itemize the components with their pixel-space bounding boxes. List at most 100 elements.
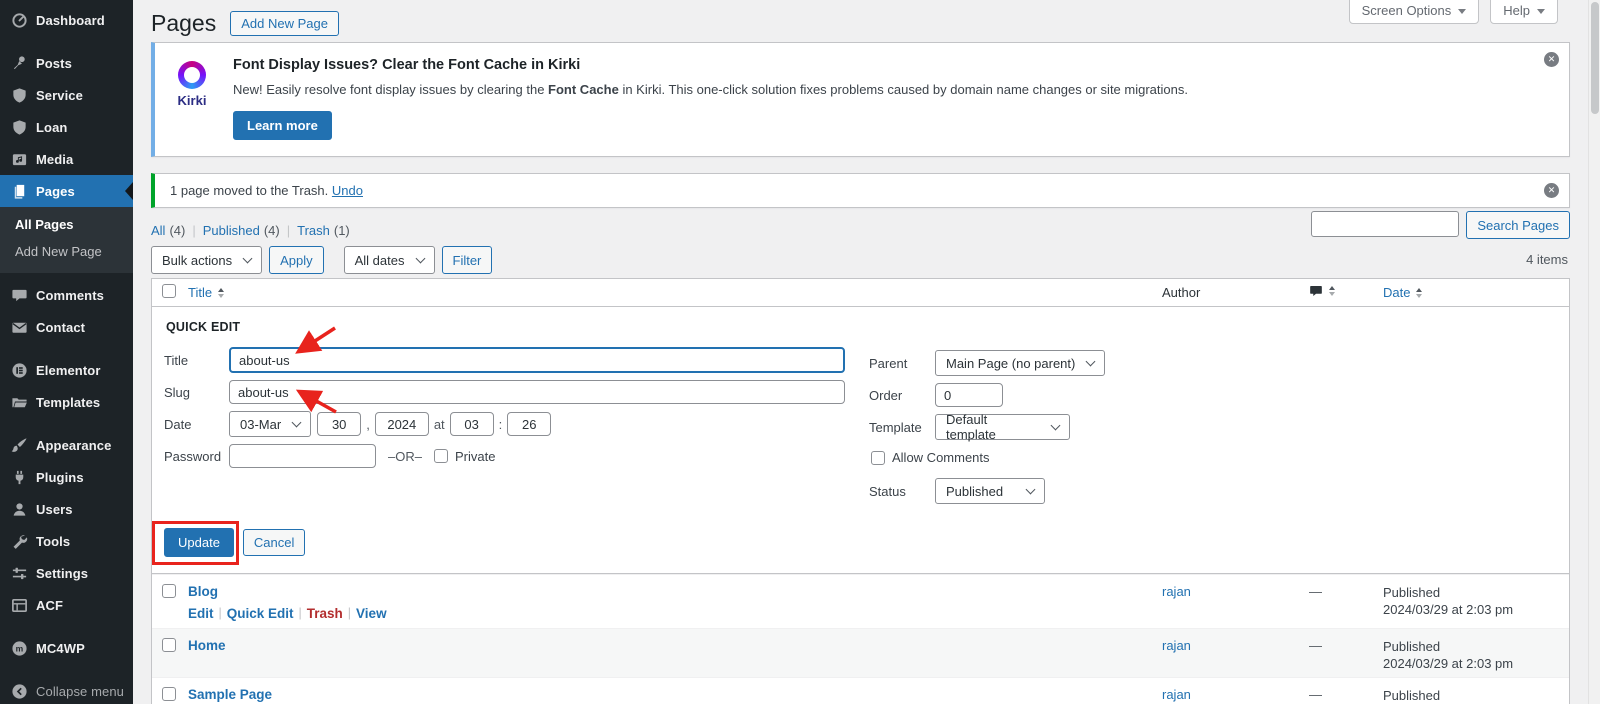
sidebar-item-collapse-menu[interactable]: Collapse menu [0, 675, 133, 704]
view-link[interactable]: View [356, 606, 387, 621]
bulk-actions-value: Bulk actions [162, 253, 232, 268]
sidebar-subitem-add-new-page[interactable]: Add New Page [0, 238, 133, 265]
update-button[interactable]: Update [164, 528, 234, 557]
date-filter-value: All dates [355, 253, 405, 268]
page-title-link[interactable]: Home [188, 638, 226, 653]
row-checkbox[interactable] [162, 584, 176, 598]
view-filter-trash: Trash(1) [297, 223, 350, 238]
sidebar-item-media[interactable]: Media [0, 143, 133, 175]
sidebar-item-posts[interactable]: Posts [0, 47, 133, 79]
learn-more-button[interactable]: Learn more [233, 111, 332, 140]
sidebar-item-label: Contact [36, 320, 85, 335]
search-input[interactable] [1311, 211, 1459, 237]
view-trash-link[interactable]: Trash [297, 223, 330, 238]
help-button[interactable]: Help [1490, 0, 1558, 24]
sort-arrows-icon [218, 288, 224, 298]
sort-by-title-link[interactable]: Title [188, 285, 224, 300]
elementor-icon [10, 361, 28, 379]
sidebar-spacer [0, 664, 133, 675]
quick-edit-panel: QUICK EDIT Title Slug Date 03-Mar [152, 307, 1569, 574]
filter-button[interactable]: Filter [442, 246, 493, 274]
scrollbar-thumb[interactable] [1591, 2, 1599, 114]
row-checkbox[interactable] [162, 687, 176, 701]
search-pages-button[interactable]: Search Pages [1466, 211, 1570, 239]
slug-field[interactable] [229, 380, 845, 404]
sidebar-item-settings[interactable]: Settings [0, 557, 133, 589]
sidebar-item-comments[interactable]: Comments [0, 279, 133, 311]
vertical-scrollbar[interactable] [1588, 0, 1600, 704]
year-field[interactable] [375, 412, 429, 436]
sidebar-item-label: Elementor [36, 363, 100, 378]
add-new-page-button[interactable]: Add New Page [230, 11, 339, 36]
row-comments-cell: — [1309, 629, 1383, 677]
row-checkbox[interactable] [162, 638, 176, 652]
sidebar-item-pages[interactable]: Pages [0, 175, 133, 207]
view-all-link[interactable]: All [151, 223, 165, 238]
chevron-down-icon [1051, 421, 1061, 431]
kirki-logo: Kirki [169, 55, 215, 140]
sidebar-item-users[interactable]: Users [0, 493, 133, 525]
author-link[interactable]: rajan [1162, 584, 1191, 599]
sidebar-subitem-all-pages[interactable]: All Pages [0, 211, 133, 238]
sidebar-item-dashboard[interactable]: Dashboard [0, 4, 133, 36]
month-select[interactable]: 03-Mar [229, 411, 311, 437]
sidebar-item-appearance[interactable]: Appearance [0, 429, 133, 461]
screen-options-button[interactable]: Screen Options [1349, 0, 1480, 24]
allow-comments-checkbox[interactable] [871, 451, 885, 465]
author-link[interactable]: rajan [1162, 687, 1191, 702]
row-status: Published [1383, 638, 1569, 655]
undo-link[interactable]: Undo [332, 183, 363, 198]
trash-link[interactable]: Trash [307, 606, 343, 621]
edit-link[interactable]: Edit [188, 606, 214, 621]
hour-field[interactable] [450, 412, 494, 436]
template-select[interactable]: Default template [935, 414, 1070, 440]
view-published-link[interactable]: Published [203, 223, 260, 238]
sort-arrows-icon [1329, 286, 1335, 296]
title-field[interactable] [229, 347, 845, 373]
view-filter-links: All(4) Published(4) Trash(1) [151, 223, 350, 238]
sort-arrows-icon [1416, 288, 1422, 298]
status-select[interactable]: Published [935, 478, 1045, 504]
date-colon: : [499, 417, 503, 432]
sidebar-item-mc4wp[interactable]: m MC4WP [0, 632, 133, 664]
parent-select[interactable]: Main Page (no parent) [935, 350, 1105, 376]
sort-by-comments-link[interactable] [1309, 284, 1335, 298]
cancel-button[interactable]: Cancel [243, 529, 305, 556]
view-filter-all: All(4) [151, 223, 203, 238]
kirki-logo-ring-icon [178, 61, 206, 89]
minute-field[interactable] [507, 412, 551, 436]
dismiss-notice-icon[interactable] [1544, 183, 1559, 198]
order-field[interactable] [935, 383, 1003, 407]
template-field-label: Template [869, 420, 935, 435]
sidebar-spacer [0, 418, 133, 429]
sidebar-item-elementor[interactable]: Elementor [0, 354, 133, 386]
sidebar-item-contact[interactable]: Contact [0, 311, 133, 343]
sidebar-item-label: Comments [36, 288, 104, 303]
sidebar-item-loan[interactable]: Loan [0, 111, 133, 143]
date-filter-select[interactable]: All dates [344, 246, 435, 274]
quick-edit-link[interactable]: Quick Edit [227, 606, 294, 621]
select-all-checkbox[interactable] [162, 284, 176, 298]
media-icon [10, 150, 28, 168]
slug-field-label: Slug [164, 385, 229, 400]
user-icon [10, 500, 28, 518]
sidebar-item-acf[interactable]: ACF [0, 589, 133, 621]
sidebar-item-templates[interactable]: Templates [0, 386, 133, 418]
day-field[interactable] [317, 412, 361, 436]
private-checkbox[interactable] [434, 449, 448, 463]
allow-comments-row: Allow Comments [871, 450, 1557, 465]
sort-by-date-link[interactable]: Date [1383, 285, 1422, 300]
password-field[interactable] [229, 444, 376, 468]
title-header-label: Title [188, 285, 212, 300]
screen-options-label: Screen Options [1362, 3, 1452, 18]
author-link[interactable]: rajan [1162, 638, 1191, 653]
page-title-link[interactable]: Sample Page [188, 687, 272, 702]
comments-icon [1309, 284, 1323, 298]
apply-button[interactable]: Apply [269, 246, 324, 274]
sidebar-item-plugins[interactable]: Plugins [0, 461, 133, 493]
sidebar-item-service[interactable]: Service [0, 79, 133, 111]
sidebar-item-tools[interactable]: Tools [0, 525, 133, 557]
bulk-actions-select[interactable]: Bulk actions [151, 246, 262, 274]
page-title-link[interactable]: Blog [188, 584, 218, 599]
dismiss-notice-icon[interactable] [1544, 52, 1559, 67]
